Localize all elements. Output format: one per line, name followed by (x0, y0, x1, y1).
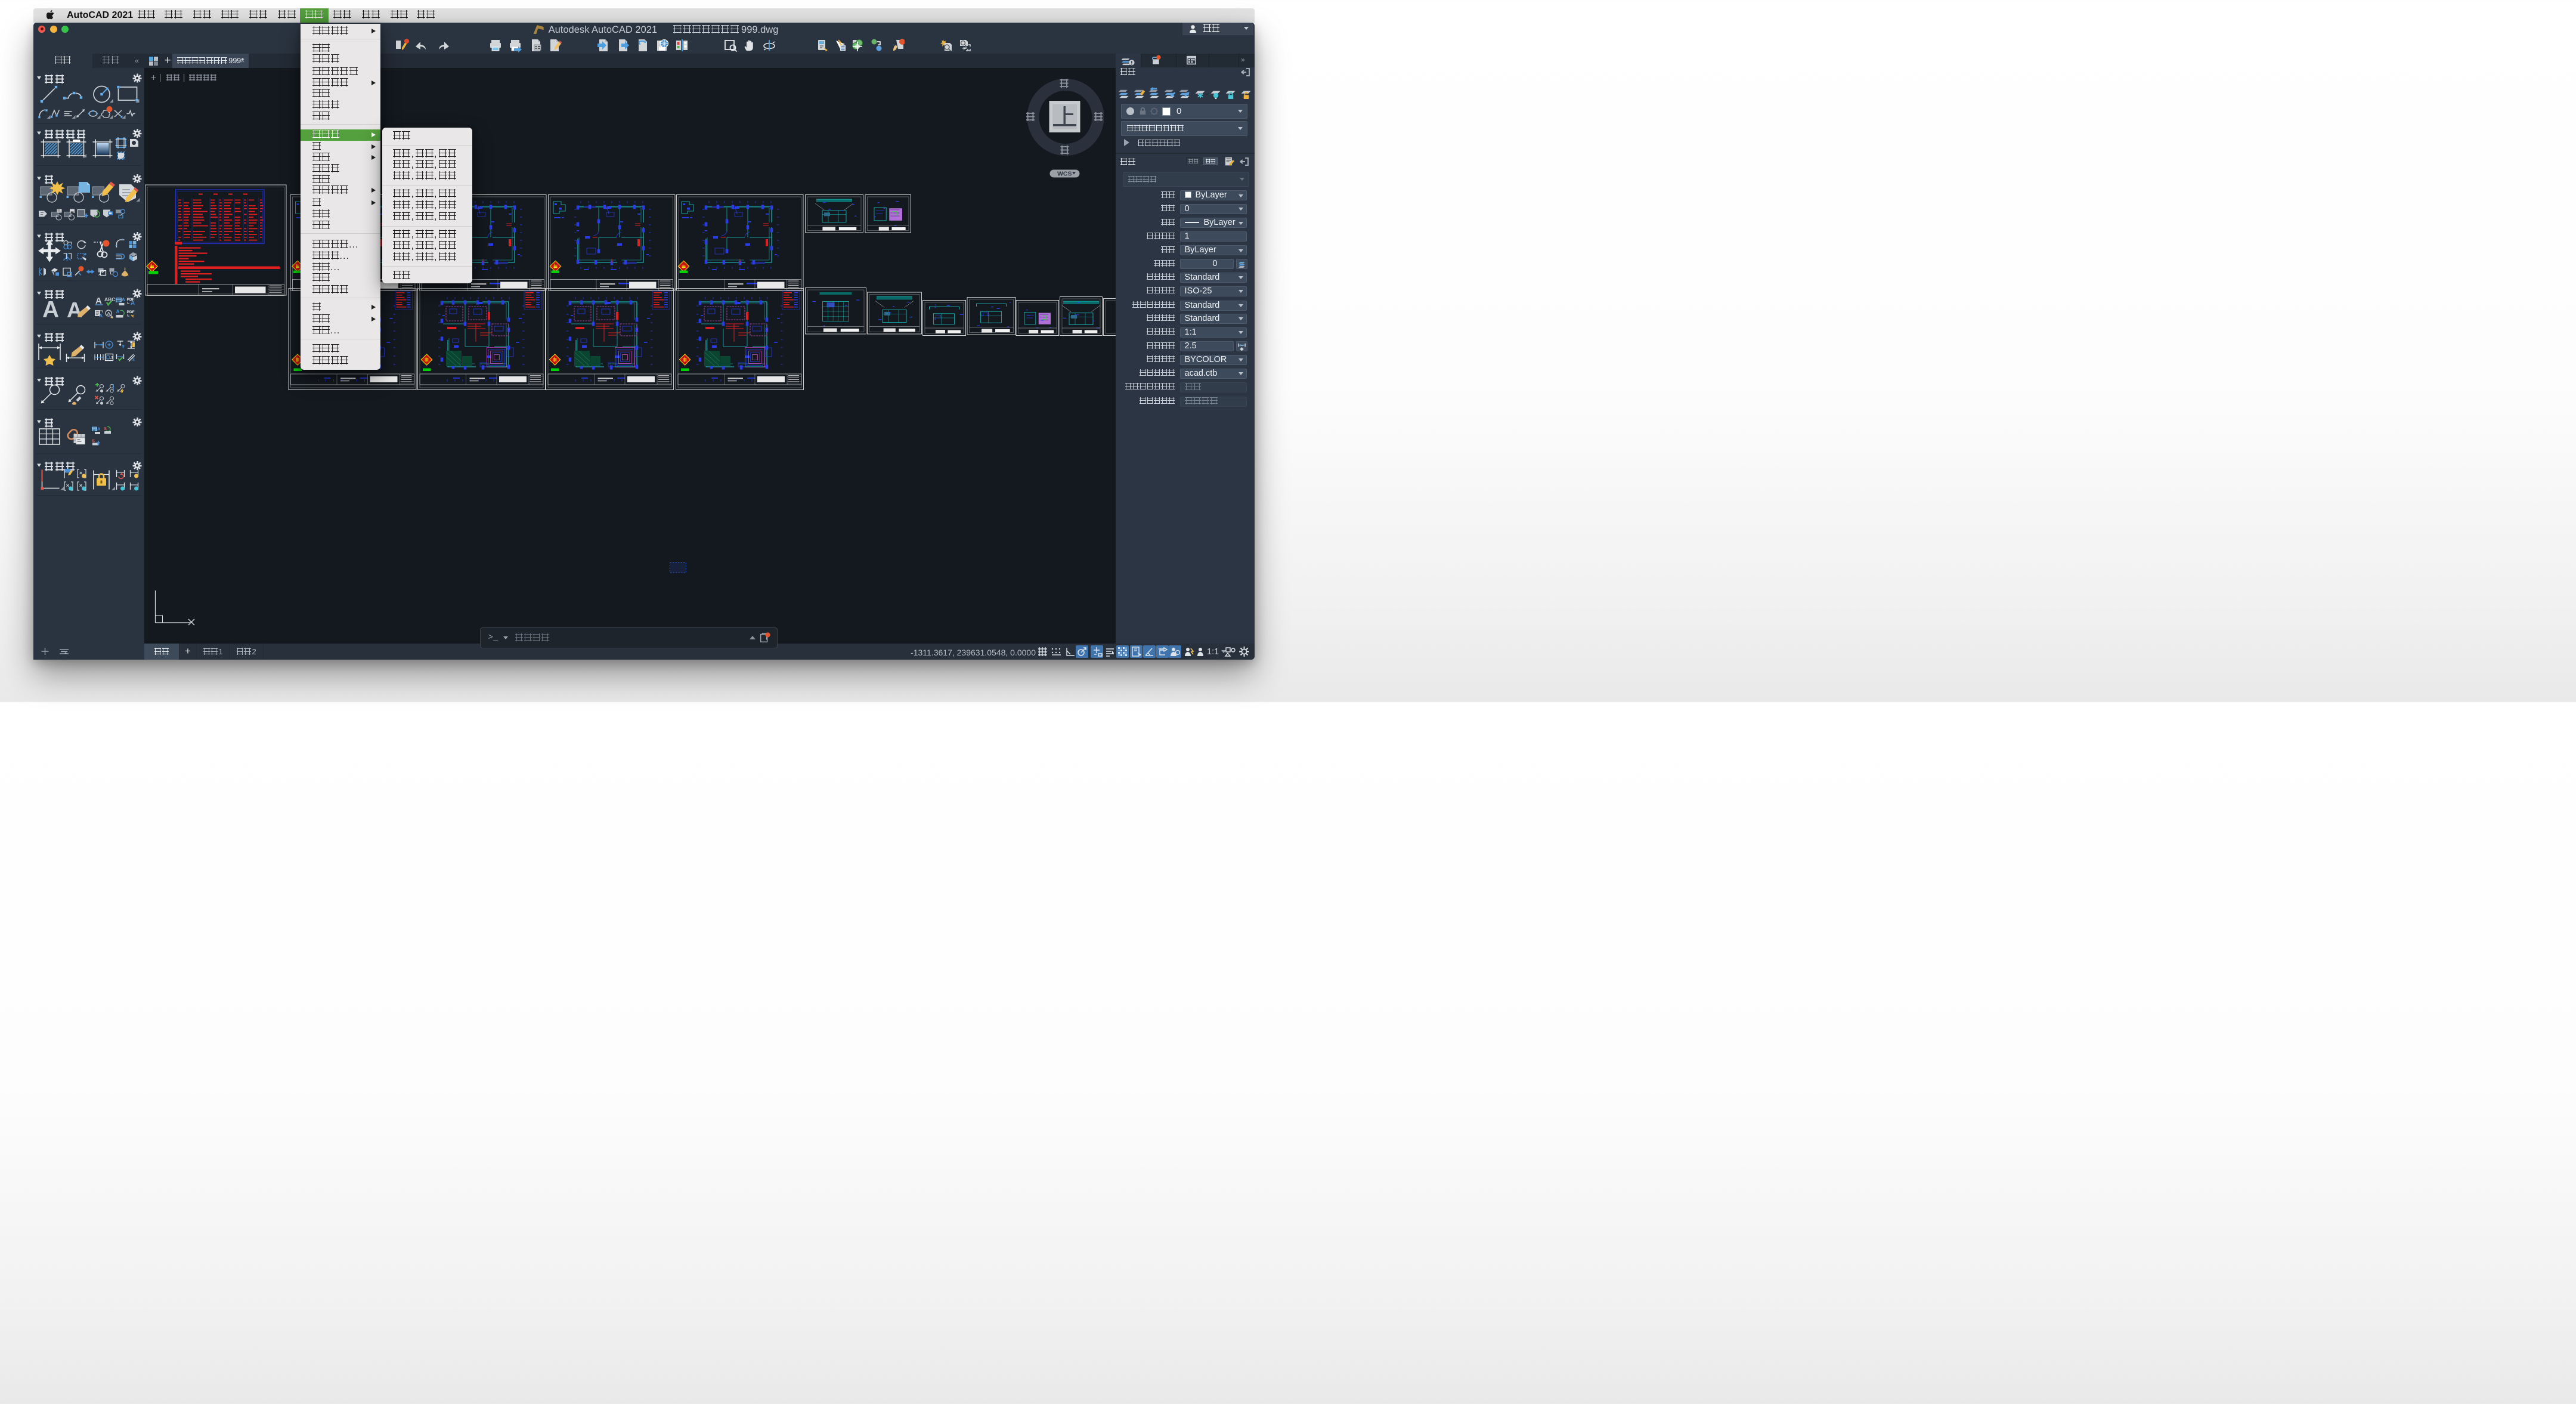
svg-text:A: A (99, 313, 103, 318)
svg-text:x: x (132, 358, 135, 362)
svg-text:A: A (131, 300, 135, 307)
svg-text:A: A (67, 298, 82, 322)
svg-text:.1: .1 (110, 356, 114, 360)
svg-text:A: A (97, 426, 101, 432)
svg-text:A: A (42, 297, 59, 323)
svg-text:S: S (104, 426, 107, 431)
svg-text:ABC: ABC (104, 296, 115, 302)
svg-text:A: A (107, 311, 111, 316)
svg-text:A: A (122, 297, 125, 302)
svg-text:A: A (116, 309, 120, 314)
svg-text:WCS: WCS (1057, 171, 1072, 178)
svg-text:S: S (92, 438, 95, 444)
svg-text:PDF: PDF (127, 310, 135, 314)
